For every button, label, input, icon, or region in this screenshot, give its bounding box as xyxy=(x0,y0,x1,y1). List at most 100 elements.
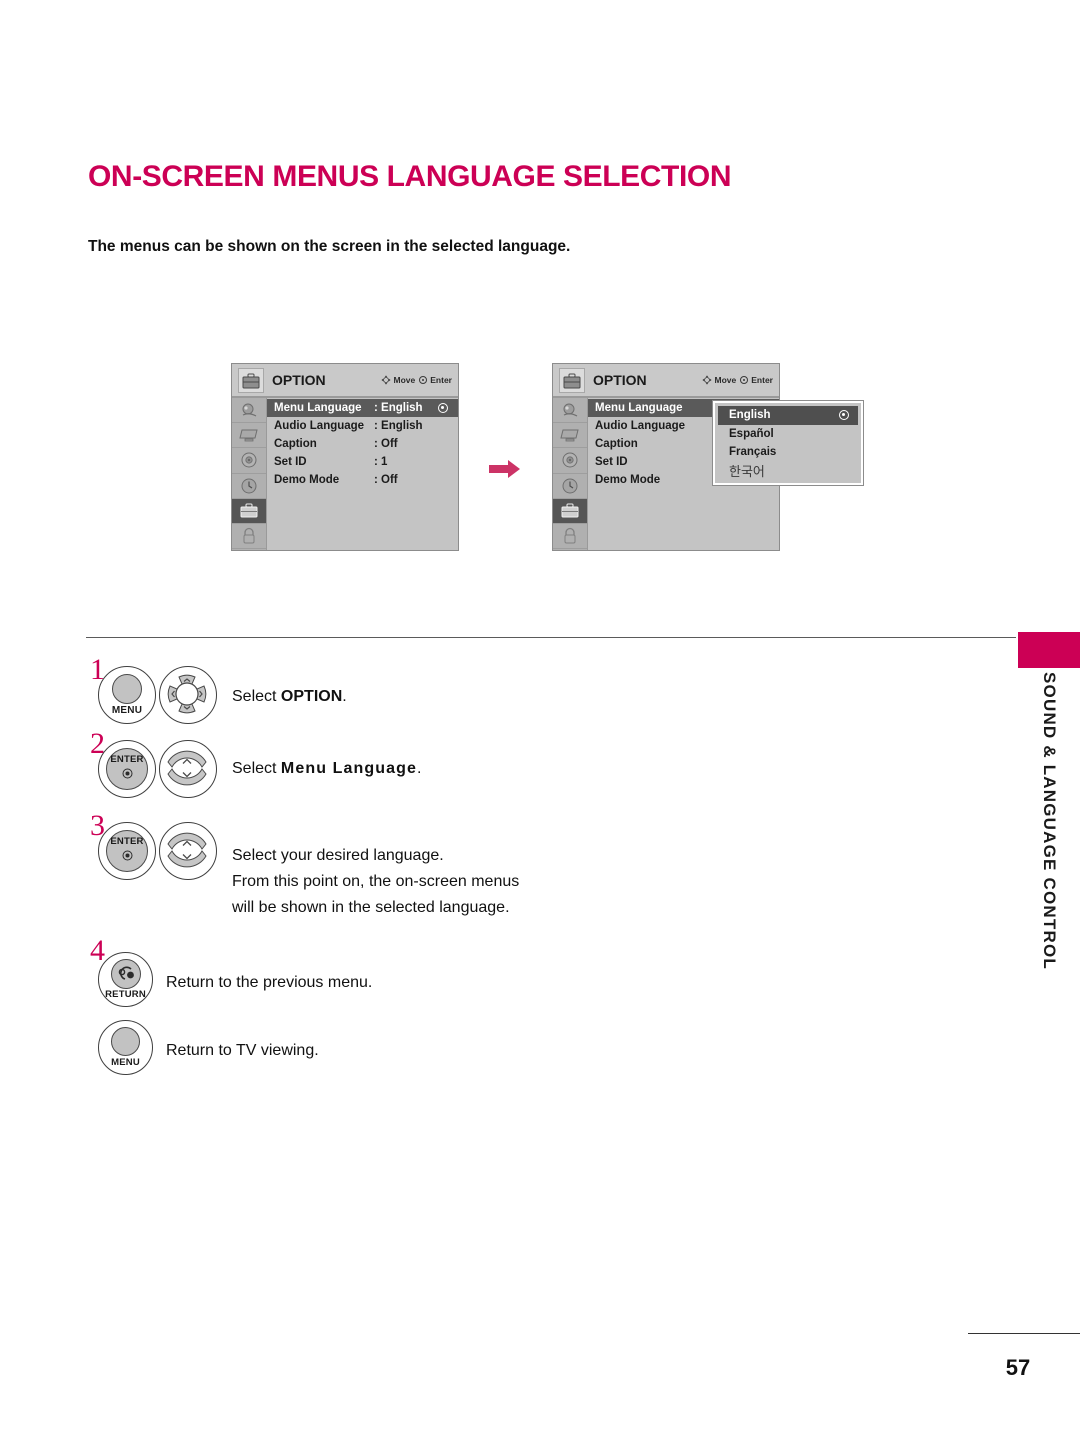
osd-row-value: : English xyxy=(374,420,423,432)
dpad-4way-icon xyxy=(167,674,207,714)
side-tab-label: SOUND & LANGUAGE CONTROL xyxy=(1018,672,1080,1042)
osd-body: Menu Language : English Audio Language :… xyxy=(232,398,458,550)
menu-button-face xyxy=(111,1027,140,1056)
rail-lock-icon[interactable] xyxy=(232,524,266,550)
osd-header: OPTION Move Enter xyxy=(232,364,458,398)
rail-audio-icon[interactable] xyxy=(553,448,587,474)
enter-button-step3[interactable]: ENTER xyxy=(98,822,156,880)
osd-category-rail xyxy=(553,398,588,550)
rail-audio-icon[interactable] xyxy=(232,448,266,474)
step-5-instruction: Return to TV viewing. xyxy=(166,1042,319,1059)
step-2-prefix: Select xyxy=(232,760,281,777)
page-title: ON-SCREEN MENUS LANGUAGE SELECTION xyxy=(88,160,732,193)
up-down-arrows-icon xyxy=(167,832,207,868)
enter-dot-icon xyxy=(419,376,428,384)
menu-button-step1[interactable]: MENU xyxy=(98,666,156,724)
option-icon xyxy=(559,368,585,393)
osd-panel-before: OPTION Move Enter Menu Language: Englis… xyxy=(231,363,459,551)
osd-row-label: Set ID xyxy=(595,456,628,468)
updown-arrows-step3[interactable] xyxy=(159,822,217,880)
enter-dot-icon xyxy=(122,848,133,866)
osd-row-caption[interactable]: Caption : Off xyxy=(267,435,458,453)
menu-button-face xyxy=(112,674,142,704)
enter-button-label: ENTER xyxy=(110,754,144,765)
enter-button-face: ENTER xyxy=(106,748,148,790)
osd-row-label: Set ID xyxy=(274,456,307,468)
step-3-line-3: will be shown in the selected language. xyxy=(232,898,510,916)
rail-screen-icon[interactable] xyxy=(232,423,266,449)
rail-picture-icon[interactable] xyxy=(232,398,266,424)
flow-arrow-icon xyxy=(489,459,521,479)
step-3-instruction: Select your desired language. From this … xyxy=(232,843,652,921)
osd-hints: Move Enter xyxy=(380,375,452,385)
osd-category-rail xyxy=(232,398,267,550)
osd-row-audio-language[interactable]: Audio Language : English xyxy=(267,417,458,435)
osd-row-label: Caption xyxy=(595,438,638,450)
footer-rule xyxy=(968,1333,1080,1334)
osd-row-value: : English xyxy=(374,402,423,414)
osd-header: OPTION Move Enter xyxy=(553,364,779,398)
osd-row-label: Demo Mode xyxy=(595,474,661,486)
dropdown-option-english[interactable]: English xyxy=(718,406,858,425)
enter-dot-icon xyxy=(122,766,133,784)
menu-button-label: MENU xyxy=(111,705,143,716)
osd-row-label: Demo Mode xyxy=(274,474,340,486)
osd-settings-list: Menu Language : English Audio Language :… xyxy=(267,398,458,550)
rail-lock-icon[interactable] xyxy=(553,524,587,550)
osd-row-value: : Off xyxy=(374,474,398,486)
step-2-bold: Menu Language xyxy=(280,760,418,777)
step-3-line-1: Select your desired language. xyxy=(232,847,444,864)
step-1-suffix: . xyxy=(342,688,347,705)
hint-enter-label: Enter xyxy=(430,375,452,385)
dropdown-option-label: English xyxy=(729,409,771,422)
intro-paragraph: The menus can be shown on the screen in … xyxy=(88,238,571,255)
dpad-4way-step1[interactable] xyxy=(159,666,217,724)
return-button[interactable]: RETURN xyxy=(98,952,153,1007)
rail-option-icon[interactable] xyxy=(553,498,587,524)
section-divider xyxy=(86,637,1016,638)
enter-button-step2[interactable]: ENTER xyxy=(98,740,156,798)
dpad-icon xyxy=(701,375,712,385)
radio-selected-icon xyxy=(839,410,849,420)
return-button-label: RETURN xyxy=(105,989,146,1000)
osd-row-value: : Off xyxy=(374,438,398,450)
osd-row-label: Audio Language xyxy=(595,420,686,432)
rail-time-icon[interactable] xyxy=(232,474,266,499)
enter-button-face: ENTER xyxy=(106,830,148,872)
menu-button-return-tv[interactable]: MENU xyxy=(98,1020,153,1075)
language-dropdown: English Español Français 한국어 xyxy=(712,400,864,486)
dropdown-option-francais[interactable]: Français xyxy=(718,443,858,462)
hint-move-label: Move xyxy=(714,375,737,385)
enter-dot-icon xyxy=(740,376,749,384)
step-1-bold: OPTION xyxy=(280,688,343,705)
option-icon xyxy=(238,368,264,393)
step-1-instruction: Select OPTION. xyxy=(232,684,347,710)
rail-option-icon[interactable] xyxy=(232,498,266,524)
page-number: 57 xyxy=(1005,1355,1031,1380)
rail-time-icon[interactable] xyxy=(553,474,587,499)
menu-button-label: MENU xyxy=(111,1057,140,1068)
dropdown-option-espanol[interactable]: Español xyxy=(718,425,858,444)
osd-row-demo-mode[interactable]: Demo Mode : Off xyxy=(267,471,458,489)
up-down-arrows-icon xyxy=(167,750,207,786)
osd-row-set-id[interactable]: Set ID : 1 xyxy=(267,453,458,471)
rail-screen-icon[interactable] xyxy=(553,423,587,449)
side-tab-text: SOUND & LANGUAGE CONTROL xyxy=(1040,672,1059,970)
rail-picture-icon[interactable] xyxy=(553,398,587,424)
dropdown-option-label: Español xyxy=(729,427,774,440)
step-4-instruction: Return to the previous menu. xyxy=(166,974,373,991)
dropdown-option-label: Français xyxy=(729,446,777,459)
hint-move-label: Move xyxy=(393,375,416,385)
osd-row-label: Audio Language xyxy=(274,420,365,432)
step-1-prefix: Select xyxy=(232,688,281,705)
osd-row-menu-language[interactable]: Menu Language : English xyxy=(267,399,458,417)
osd-row-label: Menu Language xyxy=(595,402,683,414)
step-2-suffix: . xyxy=(417,760,422,777)
dropdown-option-label: 한국어 xyxy=(729,464,765,480)
osd-row-label: Menu Language xyxy=(274,402,362,414)
dropdown-option-korean[interactable]: 한국어 xyxy=(718,462,858,481)
updown-arrows-step2[interactable] xyxy=(159,740,217,798)
osd-title: OPTION xyxy=(593,372,647,388)
step-2-instruction: Select Menu Language. xyxy=(232,756,421,782)
step-number-4: 4 xyxy=(90,934,105,967)
